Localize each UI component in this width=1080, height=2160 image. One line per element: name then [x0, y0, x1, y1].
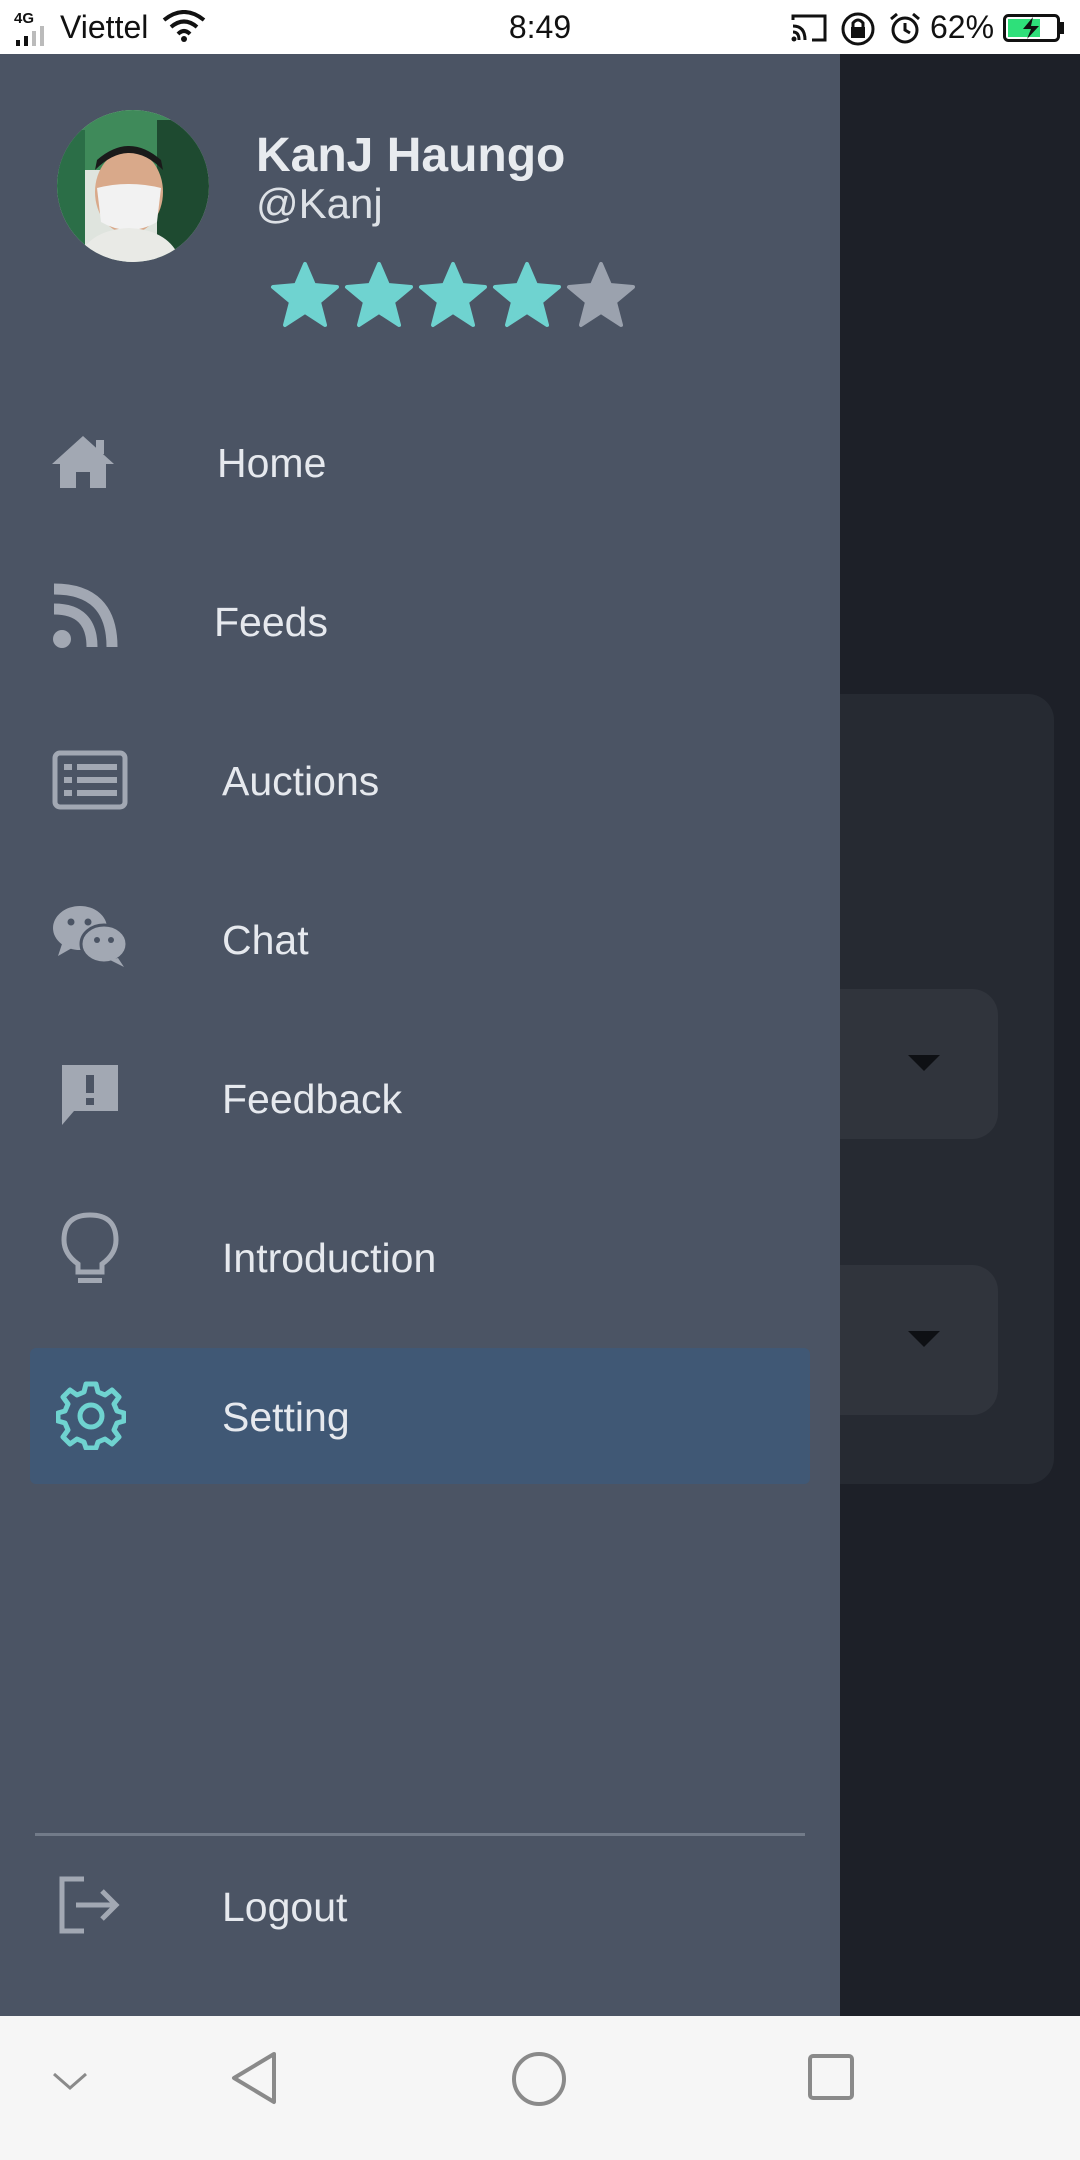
menu-item-label: Logout [222, 1884, 348, 1930]
menu-item-label: Introduction [222, 1235, 437, 1281]
menu-item-introduction[interactable]: Introduction [0, 1189, 840, 1325]
feedback-icon [58, 1060, 138, 1130]
avatar-photo [57, 110, 209, 262]
user-rating [270, 260, 636, 334]
menu-item-feedback[interactable]: Feedback [0, 1030, 840, 1166]
home-circle-icon[interactable] [510, 2050, 568, 2108]
drawer-divider [35, 1833, 805, 1836]
star-filled-icon [271, 262, 339, 327]
user-handle: @Kanj [256, 180, 383, 227]
alarm-icon [890, 12, 920, 44]
logout-button[interactable]: Logout [0, 1838, 840, 1974]
menu-item-chat[interactable]: Chat [0, 871, 840, 1007]
list-icon [52, 745, 132, 815]
rotation-lock-icon [841, 12, 875, 46]
status-bar: 4G Viettel 8:49 62% [0, 0, 1080, 54]
star-filled-icon [345, 262, 413, 327]
home-icon [50, 427, 130, 497]
menu-item-home[interactable]: Home [0, 394, 840, 530]
recents-icon[interactable] [806, 2052, 856, 2102]
menu-item-label: Auctions [222, 758, 380, 804]
avatar[interactable] [57, 110, 209, 262]
caret-down-icon [908, 1331, 940, 1347]
battery-percent: 62% [930, 9, 995, 45]
logout-icon [58, 1870, 138, 1940]
wechat-icon [52, 901, 132, 971]
back-icon[interactable] [228, 2050, 280, 2106]
navigation-drawer: KanJ Haungo @Kanj Home Feeds Auctions Ch… [0, 54, 840, 2016]
menu-item-feeds[interactable]: Feeds [0, 553, 840, 689]
menu-item-label: Feedback [222, 1076, 403, 1122]
menu-item-label: Chat [222, 917, 309, 963]
cast-icon [791, 14, 827, 42]
battery-charging-icon [1003, 14, 1064, 42]
system-nav-bar [0, 2016, 1080, 2160]
collapse-icon[interactable] [50, 2070, 90, 2094]
menu-item-label: Setting [222, 1394, 350, 1440]
caret-down-icon [908, 1055, 940, 1071]
lightbulb-icon [58, 1212, 138, 1285]
menu-item-label: Home [217, 440, 327, 486]
menu-item-auctions[interactable]: Auctions [0, 712, 840, 848]
menu-item-label: Feeds [214, 599, 328, 645]
star-filled-icon [493, 262, 561, 327]
star-empty-icon [567, 262, 635, 327]
rss-icon [52, 581, 132, 651]
gear-icon [56, 1380, 136, 1450]
menu-item-setting[interactable]: Setting [30, 1348, 810, 1484]
user-name: KanJ Haungo [256, 129, 566, 182]
star-filled-icon [419, 262, 487, 327]
